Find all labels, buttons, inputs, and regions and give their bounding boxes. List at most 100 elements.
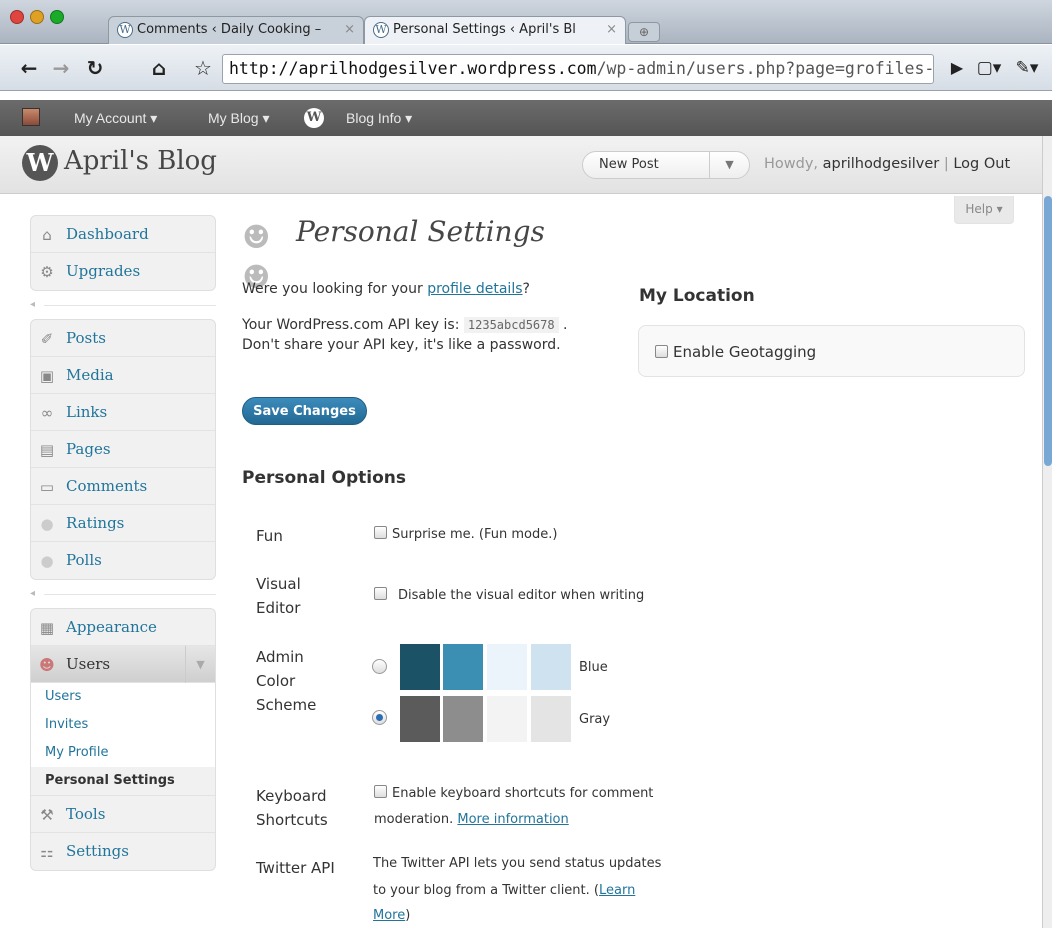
tab-title: Comments ‹ Daily Cooking – bbox=[137, 22, 322, 37]
ratings-icon: ● bbox=[40, 515, 54, 533]
submenu-item-users[interactable]: Users bbox=[31, 683, 215, 711]
geotagging-checkbox[interactable] bbox=[655, 345, 668, 358]
api-warning: Don't share your API key, it's like a pa… bbox=[242, 337, 561, 353]
sidebar-item-tools[interactable]: ⚒ Tools bbox=[31, 796, 215, 833]
scheme-gray-swatch-1[interactable] bbox=[400, 696, 440, 742]
back-arrow-icon[interactable]: ← bbox=[16, 54, 42, 82]
minimize-window-button[interactable] bbox=[30, 10, 44, 24]
scheme-gray-radio[interactable] bbox=[372, 710, 387, 725]
scheme-blue-radio[interactable] bbox=[372, 659, 387, 674]
scrollbar-thumb[interactable] bbox=[1044, 196, 1052, 466]
username-link[interactable]: aprilhodgesilver bbox=[823, 156, 940, 172]
profile-details-link[interactable]: profile details bbox=[427, 281, 522, 297]
browser-toolbar: ← → ↻ ⌂ ☆ http://aprilhodgesilver.wordpr… bbox=[0, 45, 1052, 91]
wp-admin-bar: My Account ▾ My Blog ▾ W Blog Info ▾ bbox=[0, 100, 1052, 136]
api-key-line: Your WordPress.com API key is: 1235abcd5… bbox=[242, 317, 568, 333]
address-bar[interactable]: http://aprilhodgesilver.wordpress.com/wp… bbox=[222, 54, 934, 84]
more-information-link[interactable]: More information bbox=[457, 812, 568, 827]
help-button[interactable]: Help ▾ bbox=[954, 196, 1014, 224]
wordpress-logo-icon: W bbox=[304, 108, 324, 128]
sidebar-item-settings[interactable]: ⚏ Settings bbox=[31, 833, 215, 870]
sidebar-group-admin: ▦ Appearance ☻ Users ▼ Users Invites My Pro… bbox=[30, 608, 216, 871]
visual-editor-checkbox[interactable] bbox=[374, 587, 387, 600]
blog-info-menu[interactable]: Blog Info ▾ bbox=[346, 100, 412, 136]
scheme-blue-swatch-3[interactable] bbox=[487, 644, 527, 690]
forward-arrow-icon[interactable]: → bbox=[48, 54, 74, 82]
sidebar-group-dashboard: ⌂ Dashboard ⚙ Upgrades bbox=[30, 215, 216, 291]
keyboard-shortcuts-checkbox[interactable] bbox=[374, 785, 387, 798]
collapse-arrow-icon[interactable]: ◂ bbox=[30, 588, 35, 599]
fun-checkbox[interactable] bbox=[374, 526, 387, 539]
reload-icon[interactable]: ↻ bbox=[82, 54, 108, 82]
sidebar-item-dashboard[interactable]: ⌂ Dashboard bbox=[31, 216, 215, 253]
save-changes-button[interactable]: Save Changes bbox=[242, 397, 367, 425]
sidebar-item-media[interactable]: ▣ Media bbox=[31, 357, 215, 394]
admin-sidebar: ⌂ Dashboard ⚙ Upgrades ◂ ✐ Posts ▣ Media ∞ Li… bbox=[30, 215, 216, 871]
appearance-icon: ▦ bbox=[39, 619, 55, 637]
close-tab-icon[interactable]: × bbox=[344, 17, 355, 43]
media-icon: ▣ bbox=[39, 367, 55, 385]
geotagging-option[interactable]: Enable Geotagging bbox=[655, 340, 816, 364]
sidebar-item-comments[interactable]: ▭ Comments bbox=[31, 468, 215, 505]
go-arrow-icon[interactable]: ▶ bbox=[944, 54, 970, 82]
chevron-down-icon[interactable]: ▼ bbox=[185, 646, 215, 683]
sidebar-item-users[interactable]: ☻ Users ▼ bbox=[31, 646, 215, 683]
new-post-button[interactable]: New Post ▼ bbox=[582, 151, 750, 179]
page-menu-icon[interactable]: ▢▾ bbox=[976, 54, 1002, 82]
tools-icon: ⚒ bbox=[40, 806, 54, 824]
color-scheme-label: Admin Color Scheme bbox=[256, 648, 317, 714]
sidebar-item-polls[interactable]: ● Polls bbox=[31, 542, 215, 579]
keyboard-shortcuts-label: Keyboard Shortcuts bbox=[256, 787, 328, 829]
scheme-blue-swatch-4[interactable] bbox=[531, 644, 571, 690]
blog-title[interactable]: April's Blog bbox=[64, 146, 217, 176]
sidebar-item-upgrades[interactable]: ⚙ Upgrades bbox=[31, 253, 215, 290]
close-tab-icon[interactable]: × bbox=[606, 17, 617, 43]
howdy-greeting: Howdy, aprilhodgesilver | Log Out bbox=[764, 156, 1011, 172]
keyboard-shortcuts-more: moderation. More information bbox=[374, 812, 569, 827]
chevron-down-icon[interactable]: ▼ bbox=[709, 152, 749, 178]
wordpress-favicon-icon: W bbox=[117, 22, 133, 38]
scheme-blue-swatch-2[interactable] bbox=[443, 644, 483, 690]
submenu-item-invites[interactable]: Invites bbox=[31, 711, 215, 739]
fun-option[interactable]: Surprise me. (Fun mode.) bbox=[374, 526, 557, 542]
submenu-item-personal-settings[interactable]: Personal Settings bbox=[31, 767, 215, 795]
pushpin-icon: ✐ bbox=[40, 330, 54, 348]
learn-more-link-cont[interactable]: More bbox=[373, 908, 405, 923]
gear-icon: ⚙ bbox=[40, 263, 54, 281]
zoom-window-button[interactable] bbox=[50, 10, 64, 24]
scheme-gray-swatch-3[interactable] bbox=[487, 696, 527, 742]
new-tab-button[interactable]: ⊕ bbox=[628, 22, 660, 42]
sidebar-group-content: ✐ Posts ▣ Media ∞ Links ▤ Pages ▭ Comments ● R… bbox=[30, 319, 216, 580]
scheme-gray-swatch-4[interactable] bbox=[531, 696, 571, 742]
sidebar-item-pages[interactable]: ▤ Pages bbox=[31, 431, 215, 468]
scheme-blue-swatch-1[interactable] bbox=[400, 644, 440, 690]
my-account-menu[interactable]: My Account ▾ bbox=[74, 100, 157, 136]
browser-tab-comments[interactable]: W Comments ‹ Daily Cooking – × bbox=[108, 16, 364, 44]
collapse-arrow-icon[interactable]: ◂ bbox=[30, 299, 35, 310]
submenu-item-my-profile[interactable]: My Profile bbox=[31, 739, 215, 767]
tab-title: Personal Settings ‹ April's Bl bbox=[393, 22, 576, 37]
browser-tab-personal-settings[interactable]: W Personal Settings ‹ April's Bl × bbox=[364, 16, 626, 44]
home-icon[interactable]: ⌂ bbox=[146, 54, 172, 82]
sidebar-item-ratings[interactable]: ● Ratings bbox=[31, 505, 215, 542]
wp-header: W April's Blog New Post ▼ Howdy, aprilhod… bbox=[0, 136, 1052, 194]
page-scrollbar[interactable] bbox=[1042, 136, 1052, 928]
sidebar-item-appearance[interactable]: ▦ Appearance bbox=[31, 609, 215, 646]
keyboard-shortcuts-option[interactable]: Enable keyboard shortcuts for comment bbox=[374, 785, 653, 801]
personal-options-heading: Personal Options bbox=[242, 468, 406, 488]
visual-editor-label: Visual Editor bbox=[256, 575, 301, 617]
scheme-gray-swatch-2[interactable] bbox=[443, 696, 483, 742]
logout-link[interactable]: Log Out bbox=[953, 156, 1010, 172]
visual-editor-option[interactable]: Disable the visual editor when writing bbox=[374, 587, 644, 603]
menu-separator[interactable]: ◂ bbox=[30, 580, 216, 608]
menu-separator[interactable]: ◂ bbox=[30, 291, 216, 319]
sidebar-item-links[interactable]: ∞ Links bbox=[31, 394, 215, 431]
bookmark-star-icon[interactable]: ☆ bbox=[190, 54, 216, 82]
my-blog-menu[interactable]: My Blog ▾ bbox=[208, 100, 270, 136]
wrench-menu-icon[interactable]: ✎▾ bbox=[1014, 54, 1040, 82]
close-window-button[interactable] bbox=[10, 10, 24, 24]
sidebar-item-posts[interactable]: ✐ Posts bbox=[31, 320, 215, 357]
learn-more-link[interactable]: Learn bbox=[599, 883, 635, 898]
twitter-api-desc-3: More) bbox=[373, 908, 411, 923]
pages-icon: ▤ bbox=[39, 441, 55, 459]
